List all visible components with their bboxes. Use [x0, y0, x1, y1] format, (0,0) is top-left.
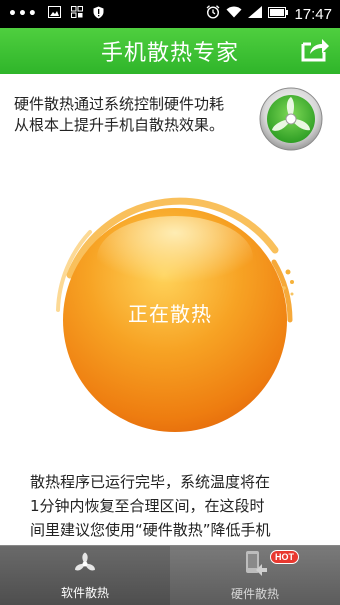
- tab-label: 软件散热: [60, 585, 109, 600]
- message-line: 1分钟内恢复至合理区间，在这段时: [30, 497, 265, 515]
- bottom-nav: 软件散热 HOT 硬件散热: [0, 545, 340, 605]
- wifi-icon: [226, 6, 242, 22]
- fan-icon[interactable]: [258, 86, 324, 152]
- shield-icon: [93, 6, 104, 23]
- alarm-icon: [206, 5, 220, 23]
- status-message: 散热程序已运行完毕，系统温度将在 1分钟内恢复至合理区间，在这段时 间里建议您使…: [30, 470, 315, 542]
- cooling-orb[interactable]: 正在散热: [30, 170, 310, 450]
- page-title: 手机散热专家: [100, 41, 239, 66]
- share-icon: [300, 36, 330, 66]
- intro-text: 硬件散热通过系统控制硬件功耗 从根本上提升手机自散热效果。: [14, 94, 264, 136]
- intro-line: 从根本上提升手机自散热效果。: [14, 116, 225, 134]
- clock-time: 17:47: [294, 5, 332, 23]
- orb-status-label: 正在散热: [128, 302, 212, 326]
- image-icon: [47, 6, 61, 22]
- tab-label: 硬件散热: [230, 586, 279, 601]
- message-line: 散热程序已运行完毕，系统温度将在: [30, 473, 271, 491]
- title-bar: 手机散热专家: [0, 28, 340, 74]
- share-button[interactable]: [298, 34, 332, 68]
- tab-hardware-cooling[interactable]: HOT 硬件散热: [170, 546, 340, 605]
- status-bar: ••• 17:47: [0, 0, 340, 28]
- battery-icon: [268, 6, 289, 22]
- tab-software-cooling[interactable]: 软件散热: [0, 546, 170, 605]
- message-line: 间里建议您使用“硬件散热”降低手机: [30, 521, 271, 539]
- signal-icon: [248, 6, 263, 22]
- more-dots: •••: [8, 6, 38, 22]
- intro-line: 硬件散热通过系统控制硬件功耗: [14, 95, 225, 113]
- phone-tab-icon: [242, 550, 268, 582]
- fan-tab-icon: [72, 551, 98, 581]
- hot-badge: HOT: [270, 550, 299, 564]
- grid-icon: [70, 6, 83, 22]
